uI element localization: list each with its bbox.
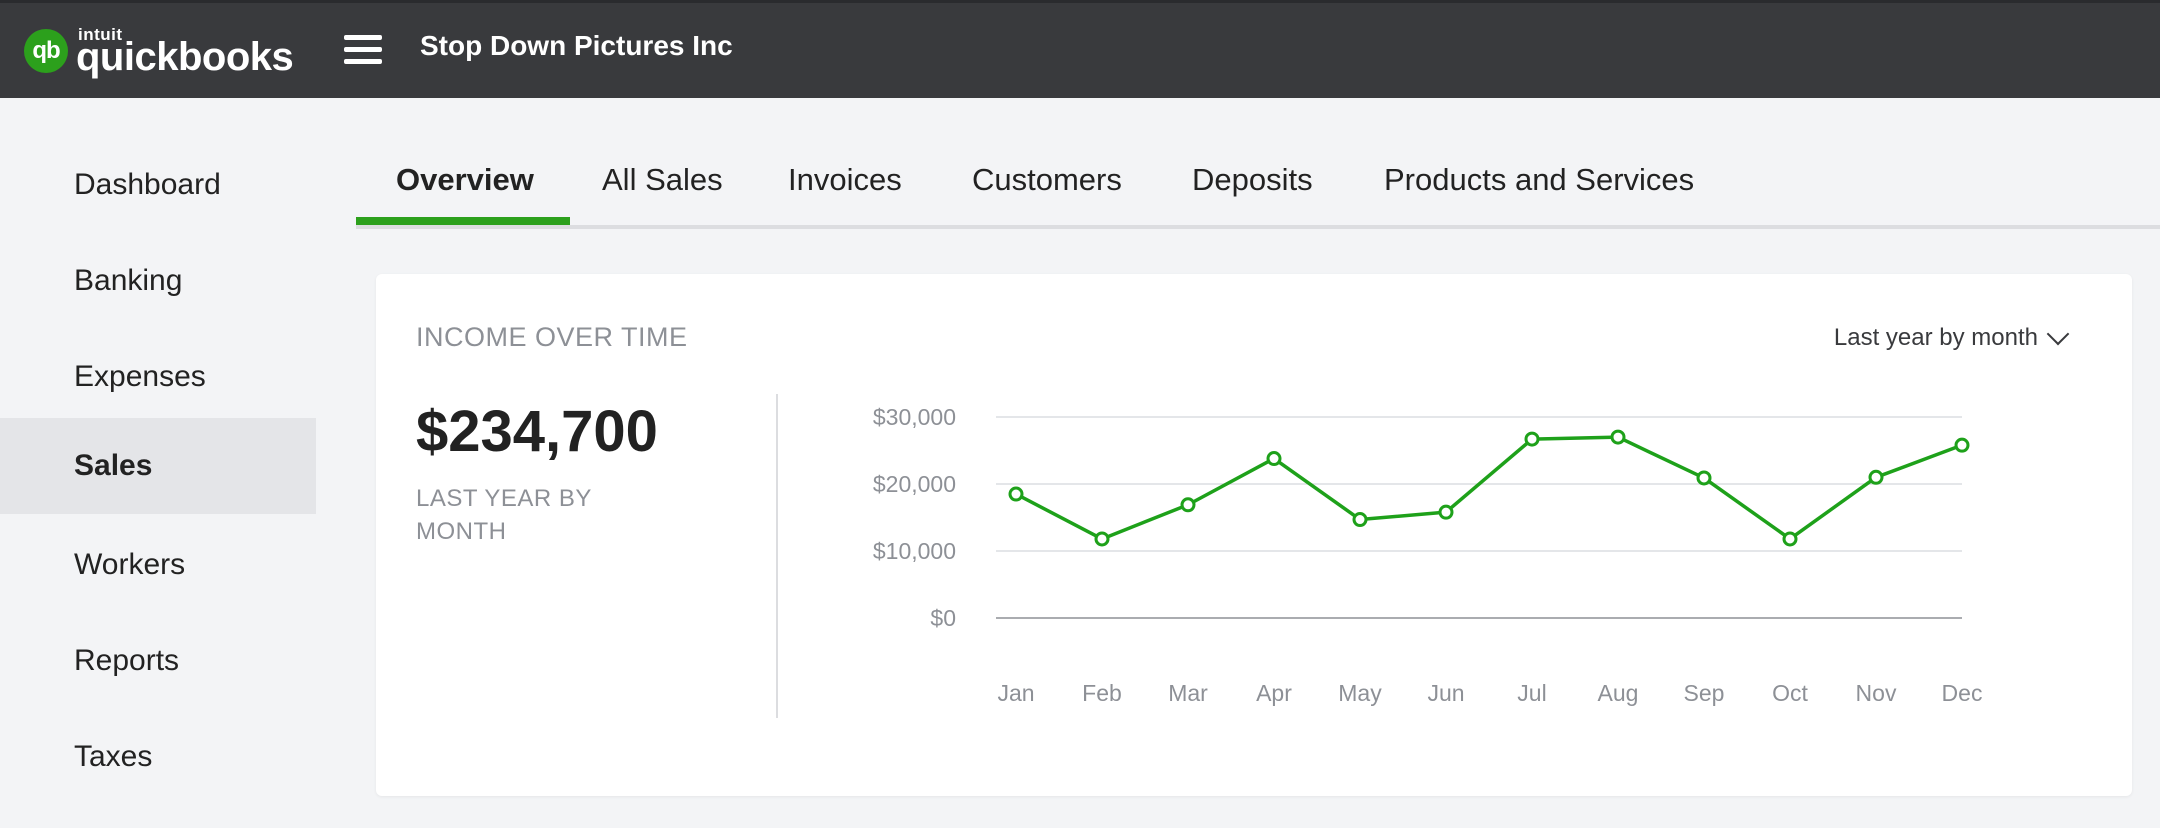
- x-tick-label: May: [1338, 680, 1382, 706]
- top-bar: qb intuit quickbooks Stop Down Pictures …: [0, 0, 2160, 98]
- data-point: [1094, 531, 1110, 547]
- x-tick-label: Aug: [1598, 680, 1639, 706]
- active-tab-indicator: [356, 217, 570, 225]
- sidebar-item-expenses[interactable]: Expenses: [0, 329, 316, 425]
- x-tick-label: Jan: [997, 680, 1034, 706]
- x-tick-label: Sep: [1684, 680, 1725, 706]
- income-over-time-card: INCOME OVER TIME Last year by month $234…: [376, 274, 2132, 796]
- qb-logo-icon: qb: [24, 29, 68, 73]
- x-tick-label: Oct: [1772, 680, 1808, 706]
- data-point: [1696, 470, 1712, 486]
- x-tick-label: Nov: [1856, 680, 1897, 706]
- tab-invoices[interactable]: Invoices: [788, 162, 902, 198]
- tab-deposits[interactable]: Deposits: [1192, 162, 1313, 198]
- x-tick-label: Apr: [1256, 680, 1292, 706]
- y-tick-label: $10,000: [873, 538, 956, 564]
- sidebar-item-dashboard[interactable]: Dashboard: [0, 137, 316, 233]
- logo-quickbooks-text: quickbooks: [76, 35, 294, 79]
- data-point: [1180, 497, 1196, 513]
- data-point: [1352, 512, 1368, 528]
- x-tick-label: Jun: [1427, 680, 1464, 706]
- x-tick-label: Mar: [1168, 680, 1208, 706]
- data-point: [1008, 486, 1024, 502]
- tab-overview[interactable]: Overview: [396, 162, 534, 198]
- data-point: [1954, 437, 1970, 453]
- company-name: Stop Down Pictures Inc: [420, 30, 733, 61]
- sidebar-item-taxes[interactable]: Taxes: [0, 709, 316, 805]
- tab-products-and-services[interactable]: Products and Services: [1384, 162, 1694, 198]
- y-tick-label: $20,000: [873, 471, 956, 497]
- x-tick-label: Jul: [1517, 680, 1546, 706]
- x-tick-label: Dec: [1942, 680, 1983, 706]
- data-point: [1524, 431, 1540, 447]
- sidebar-item-sales[interactable]: Sales: [0, 418, 316, 514]
- sidebar-item-banking[interactable]: Banking: [0, 233, 316, 329]
- x-tick-label: Feb: [1082, 680, 1122, 706]
- data-point: [1266, 451, 1282, 467]
- y-tick-label: $0: [930, 605, 956, 631]
- y-tick-label: $30,000: [873, 404, 956, 430]
- tab-customers[interactable]: Customers: [972, 162, 1122, 198]
- income-line-chart: $30,000 $20,000 $10,000 $0 Jan Feb Mar Apr May Ju…: [873, 404, 1983, 706]
- sales-tabs: Overview All Sales Invoices Customers De…: [356, 140, 2160, 229]
- data-point: [1438, 504, 1454, 520]
- menu-hamburger-icon[interactable]: [344, 35, 382, 65]
- data-point: [1868, 469, 1884, 485]
- sidebar-item-reports[interactable]: Reports: [0, 613, 316, 709]
- series-line: [1015, 435, 1963, 541]
- data-point: [1610, 429, 1626, 445]
- tab-all-sales[interactable]: All Sales: [602, 162, 723, 198]
- quickbooks-logo[interactable]: qb intuit quickbooks: [24, 25, 294, 81]
- data-point: [1782, 531, 1798, 547]
- sidebar-item-workers[interactable]: Workers: [0, 517, 316, 613]
